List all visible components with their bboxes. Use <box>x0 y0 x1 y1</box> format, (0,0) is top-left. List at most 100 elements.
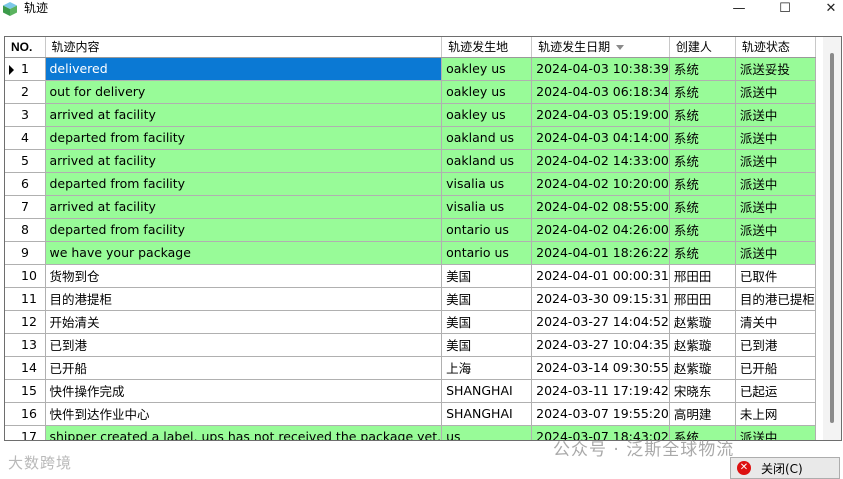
cell-creator[interactable]: 系统 <box>669 241 736 265</box>
column-header-no[interactable]: NO. <box>5 37 46 58</box>
cell-creator[interactable]: 系统 <box>669 126 736 150</box>
cell-place[interactable]: ontario us <box>441 218 533 242</box>
cell-place[interactable]: 美国 <box>441 310 533 334</box>
cell-no[interactable]: 15 <box>5 379 46 403</box>
cell-place[interactable]: visalia us <box>441 195 533 219</box>
cell-place[interactable]: oakley us <box>441 103 533 127</box>
table-row[interactable]: 15 快件操作完成 SHANGHAI 2024-03-11 17:19:42 宋晓东 已起… <box>5 379 816 403</box>
cell-status[interactable]: 未上网 <box>735 402 816 426</box>
cell-no[interactable]: 14 <box>5 356 46 380</box>
cell-date[interactable]: 2024-04-02 08:55:00 <box>531 195 670 219</box>
cell-creator[interactable]: 系统 <box>669 149 736 173</box>
maximize-button[interactable]: ☐ <box>768 0 802 16</box>
close-button[interactable]: ✕ 关闭(C) <box>730 457 840 479</box>
scrollbar-thumb[interactable] <box>830 53 834 423</box>
table-row[interactable]: 5 arrived at facility oakland us 2024-04-02… <box>5 149 816 173</box>
cell-content[interactable]: 目的港提柜 <box>45 287 443 311</box>
table-row[interactable]: 7 arrived at facility visalia us 2024-04-02… <box>5 195 816 219</box>
cell-date[interactable]: 2024-03-27 10:04:35 <box>531 333 670 357</box>
table-row[interactable]: 11 目的港提柜 美国 2024-03-30 09:15:31 邢田田 目的港已提柜 <box>5 287 816 311</box>
cell-no[interactable]: 7 <box>5 195 46 219</box>
cell-status[interactable]: 派送中 <box>735 172 816 196</box>
column-header-place[interactable]: 轨迹发生地 <box>441 37 533 58</box>
cell-place[interactable]: ontario us <box>441 241 533 265</box>
cell-creator[interactable]: 系统 <box>669 80 736 104</box>
cell-status[interactable]: 已取件 <box>735 264 816 288</box>
cell-creator[interactable]: 系统 <box>669 218 736 242</box>
column-header-creator[interactable]: 创建人 <box>669 37 736 58</box>
cell-place[interactable]: 美国 <box>441 264 533 288</box>
cell-content[interactable]: departed from facility <box>45 172 443 196</box>
table-row[interactable]: 3 arrived at facility oakley us 2024-04-03 … <box>5 103 816 127</box>
table-row[interactable]: 6 departed from facility visalia us 2024-04… <box>5 172 816 196</box>
cell-no[interactable]: 8 <box>5 218 46 242</box>
table-row[interactable]: 14 已开船 上海 2024-03-14 09:30:55 赵紫璇 已开船 <box>5 356 816 380</box>
cell-no[interactable]: 3 <box>5 103 46 127</box>
cell-no[interactable]: 12 <box>5 310 46 334</box>
cell-status[interactable]: 已到港 <box>735 333 816 357</box>
cell-creator[interactable]: 系统 <box>669 195 736 219</box>
cell-content[interactable]: delivered <box>45 57 443 81</box>
cell-content[interactable]: 货物到仓 <box>45 264 443 288</box>
cell-no[interactable]: 1 <box>5 57 46 81</box>
cell-date[interactable]: 2024-04-02 14:33:00 <box>531 149 670 173</box>
cell-no[interactable]: 2 <box>5 80 46 104</box>
cell-content[interactable]: 快件操作完成 <box>45 379 443 403</box>
cell-content[interactable]: 开始清关 <box>45 310 443 334</box>
cell-no[interactable]: 16 <box>5 402 46 426</box>
cell-date[interactable]: 2024-03-30 09:15:31 <box>531 287 670 311</box>
cell-date[interactable]: 2024-04-03 06:18:34 <box>531 80 670 104</box>
cell-creator[interactable]: 宋晓东 <box>669 379 736 403</box>
cell-date[interactable]: 2024-03-11 17:19:42 <box>531 379 670 403</box>
column-header-date[interactable]: 轨迹发生日期 <box>531 37 670 58</box>
cell-place[interactable]: 美国 <box>441 287 533 311</box>
cell-place[interactable]: oakland us <box>441 126 533 150</box>
cell-creator[interactable]: 高明建 <box>669 402 736 426</box>
cell-no[interactable]: 5 <box>5 149 46 173</box>
cell-status[interactable]: 派送妥投 <box>735 57 816 81</box>
column-header-status[interactable]: 轨迹状态 <box>735 37 816 58</box>
cell-place[interactable]: 美国 <box>441 333 533 357</box>
cell-creator[interactable]: 系统 <box>669 57 736 81</box>
cell-content[interactable]: arrived at facility <box>45 149 443 173</box>
cell-content[interactable]: we have your package <box>45 241 443 265</box>
cell-place[interactable]: SHANGHAI <box>441 402 533 426</box>
cell-date[interactable]: 2024-04-02 10:20:00 <box>531 172 670 196</box>
cell-content[interactable]: arrived at facility <box>45 103 443 127</box>
cell-content[interactable]: 已到港 <box>45 333 443 357</box>
cell-status[interactable]: 已起运 <box>735 379 816 403</box>
cell-status[interactable]: 派送中 <box>735 241 816 265</box>
table-row[interactable]: 16 快件到达作业中心 SHANGHAI 2024-03-07 19:55:20 高明建… <box>5 402 816 426</box>
cell-content[interactable]: departed from facility <box>45 218 443 242</box>
cell-status[interactable]: 派送中 <box>735 80 816 104</box>
cell-place[interactable]: oakland us <box>441 149 533 173</box>
table-row[interactable]: 2 out for delivery oakley us 2024-04-03 06:… <box>5 80 816 104</box>
minimize-button[interactable]: — <box>722 0 756 16</box>
cell-content[interactable]: out for delivery <box>45 80 443 104</box>
table-row[interactable]: 4 departed from facility oakland us 2024-04… <box>5 126 816 150</box>
table-row[interactable]: 1 delivered oakley us 2024-04-03 10:38:39 系统… <box>5 57 816 81</box>
cell-date[interactable]: 2024-04-01 18:26:22 <box>531 241 670 265</box>
cell-status[interactable]: 派送中 <box>735 149 816 173</box>
cell-date[interactable]: 2024-04-01 00:00:31 <box>531 264 670 288</box>
table-row[interactable]: 8 departed from facility ontario us 2024-04… <box>5 218 816 242</box>
cell-no[interactable]: 17 <box>5 425 46 440</box>
window-close-button[interactable]: ✕ <box>814 0 843 16</box>
cell-date[interactable]: 2024-04-03 05:19:00 <box>531 103 670 127</box>
cell-no[interactable]: 4 <box>5 126 46 150</box>
table-row[interactable]: 12 开始清关 美国 2024-03-27 14:04:52 赵紫璇 清关中 <box>5 310 816 334</box>
cell-no[interactable]: 9 <box>5 241 46 265</box>
cell-date[interactable]: 2024-04-02 04:26:00 <box>531 218 670 242</box>
cell-status[interactable]: 清关中 <box>735 310 816 334</box>
cell-no[interactable]: 13 <box>5 333 46 357</box>
cell-place[interactable]: us <box>441 425 533 440</box>
cell-date[interactable]: 2024-03-07 19:55:20 <box>531 402 670 426</box>
cell-content[interactable]: departed from facility <box>45 126 443 150</box>
cell-creator[interactable]: 邢田田 <box>669 287 736 311</box>
cell-status[interactable]: 派送中 <box>735 103 816 127</box>
cell-status[interactable]: 派送中 <box>735 126 816 150</box>
cell-creator[interactable]: 邢田田 <box>669 264 736 288</box>
cell-status[interactable]: 派送中 <box>735 425 816 440</box>
cell-content[interactable]: 已开船 <box>45 356 443 380</box>
cell-creator[interactable]: 赵紫璇 <box>669 333 736 357</box>
